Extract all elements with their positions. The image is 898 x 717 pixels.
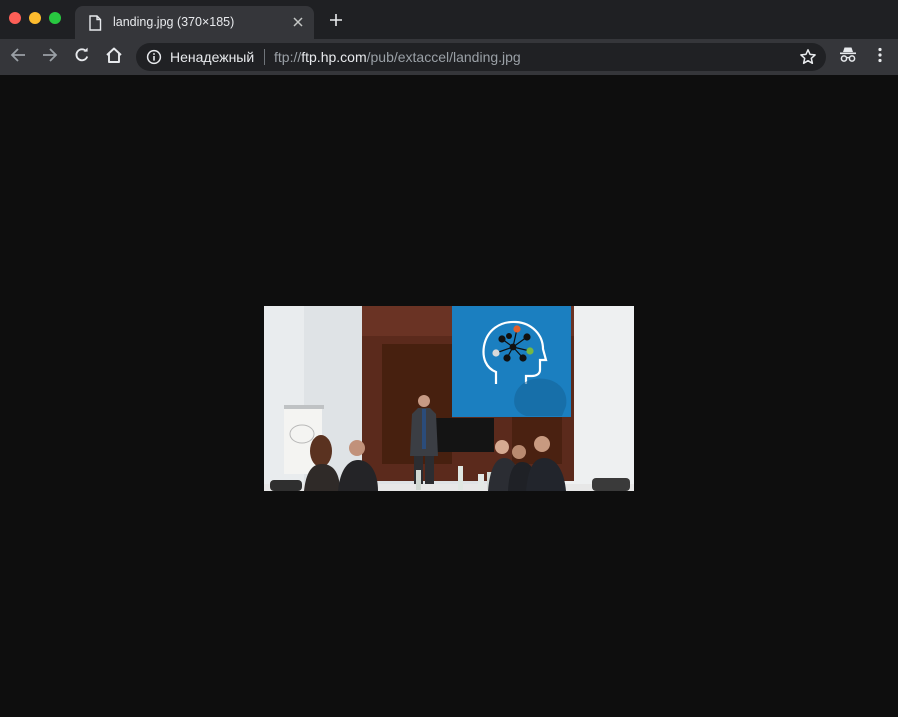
landing-image[interactable] <box>264 306 634 491</box>
tab-landing-jpg[interactable]: landing.jpg (370×185) <box>75 6 314 39</box>
security-status-label[interactable]: Ненадежный <box>170 49 254 65</box>
incognito-button[interactable] <box>836 45 860 69</box>
browser-window: landing.jpg (370×185) Ненадежный ftp://f… <box>0 0 898 717</box>
arrow-right-icon <box>42 47 58 68</box>
reload-button[interactable] <box>70 45 94 69</box>
star-icon[interactable] <box>799 48 817 66</box>
home-icon <box>105 46 123 69</box>
omnibox-separator <box>264 49 265 65</box>
toolbar: Ненадежный ftp://ftp.hp.com/pub/extaccel… <box>0 39 898 75</box>
forward-button[interactable] <box>38 45 62 69</box>
tab-title: landing.jpg (370×185) <box>113 15 235 29</box>
url-host: ftp.hp.com <box>301 49 367 65</box>
address-bar[interactable]: Ненадежный ftp://ftp.hp.com/pub/extaccel… <box>136 43 826 71</box>
plus-icon <box>329 13 343 32</box>
new-tab-button[interactable] <box>326 12 346 32</box>
image-viewer <box>0 75 898 717</box>
kebab-menu-icon <box>877 47 883 68</box>
home-button[interactable] <box>102 45 126 69</box>
window-maximize-button[interactable] <box>49 12 61 24</box>
url-scheme: ftp:// <box>274 49 302 65</box>
reload-icon <box>74 47 90 68</box>
arrow-left-icon <box>10 47 26 68</box>
info-icon[interactable] <box>146 49 162 65</box>
incognito-icon <box>839 46 857 69</box>
back-button[interactable] <box>6 45 30 69</box>
url-path: /pub/extaccel/landing.jpg <box>366 49 521 65</box>
url-text[interactable]: ftp://ftp.hp.com/pub/extaccel/landing.jp… <box>274 49 521 65</box>
window-close-button[interactable] <box>9 12 21 24</box>
main-menu-button[interactable] <box>868 45 892 69</box>
close-icon[interactable] <box>291 15 305 29</box>
tab-strip: landing.jpg (370×185) <box>0 0 898 39</box>
window-minimize-button[interactable] <box>29 12 41 24</box>
document-icon <box>88 15 102 31</box>
